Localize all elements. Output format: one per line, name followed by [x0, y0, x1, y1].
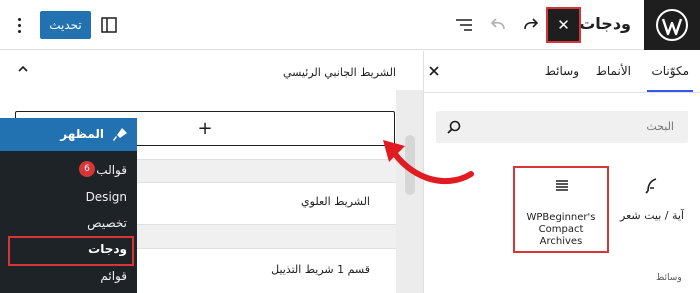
undo-icon[interactable] — [487, 14, 509, 36]
appearance-label: المظهر — [60, 127, 104, 141]
tab-media[interactable]: وسائط — [545, 64, 579, 78]
block-verse[interactable]: آية / بيت شعر — [612, 175, 692, 235]
close-inserter-button[interactable]: ✕ — [546, 7, 581, 43]
tab-blocks[interactable]: مكوّنات — [647, 64, 693, 92]
redo-icon[interactable] — [520, 14, 542, 36]
chevron-up-icon[interactable] — [18, 65, 28, 76]
widget-area-header[interactable]: الشريط الجانبي الرئيسي — [0, 51, 422, 93]
admin-menu-item-themes[interactable]: قوالب — [96, 163, 127, 177]
sidebar-toggle-icon[interactable] — [98, 14, 120, 36]
block-wpbeginner-compact-archives[interactable]: WPBeginner's Compact Archives — [513, 166, 609, 253]
tab-patterns[interactable]: الأنماط — [596, 64, 631, 78]
admin-menu-item-menus[interactable]: قوائم — [100, 269, 127, 283]
quill-icon — [645, 178, 659, 197]
annotation-arrow-icon — [383, 140, 474, 185]
widgets-highlight — [8, 236, 134, 266]
update-count-badge: 6 — [79, 161, 95, 177]
options-icon[interactable] — [9, 14, 29, 36]
plus-icon: + — [197, 118, 213, 139]
block-label: آية / بيت شعر — [620, 209, 684, 222]
list-view-icon[interactable] — [453, 14, 475, 36]
search-icon — [446, 119, 462, 135]
update-button[interactable]: تحديث — [40, 11, 91, 39]
widget-area-title: الشريط الجانبي الرئيسي — [282, 66, 396, 79]
admin-menu-item-design[interactable]: Design — [86, 190, 127, 204]
admin-menu-item-customize[interactable]: تخصيص — [87, 216, 127, 230]
admin-appearance-menu: المظهر 6 قوالب Design تخصيص ودجات قوائم — [0, 118, 137, 293]
admin-menu-header[interactable]: المظهر — [0, 118, 137, 151]
close-icon: ✕ — [557, 16, 570, 34]
wordpress-logo-icon[interactable] — [644, 0, 700, 50]
widget-area-label: قسم 1 شريط التذييل — [271, 263, 370, 276]
category-label: وسائط — [656, 273, 682, 283]
close-icon[interactable] — [426, 63, 442, 79]
editor-header: ودجات ✕ تحديث — [0, 0, 700, 50]
brush-icon — [111, 126, 129, 144]
page-title: ودجات — [579, 14, 631, 33]
list-icon — [555, 180, 569, 195]
block-label: WPBeginner's Compact Archives — [526, 212, 596, 247]
widget-area-label: الشريط العلوي — [301, 195, 370, 208]
inserter-tabs: مكوّنات الأنماط وسائط — [424, 51, 700, 93]
search-placeholder: البحث — [646, 120, 674, 133]
